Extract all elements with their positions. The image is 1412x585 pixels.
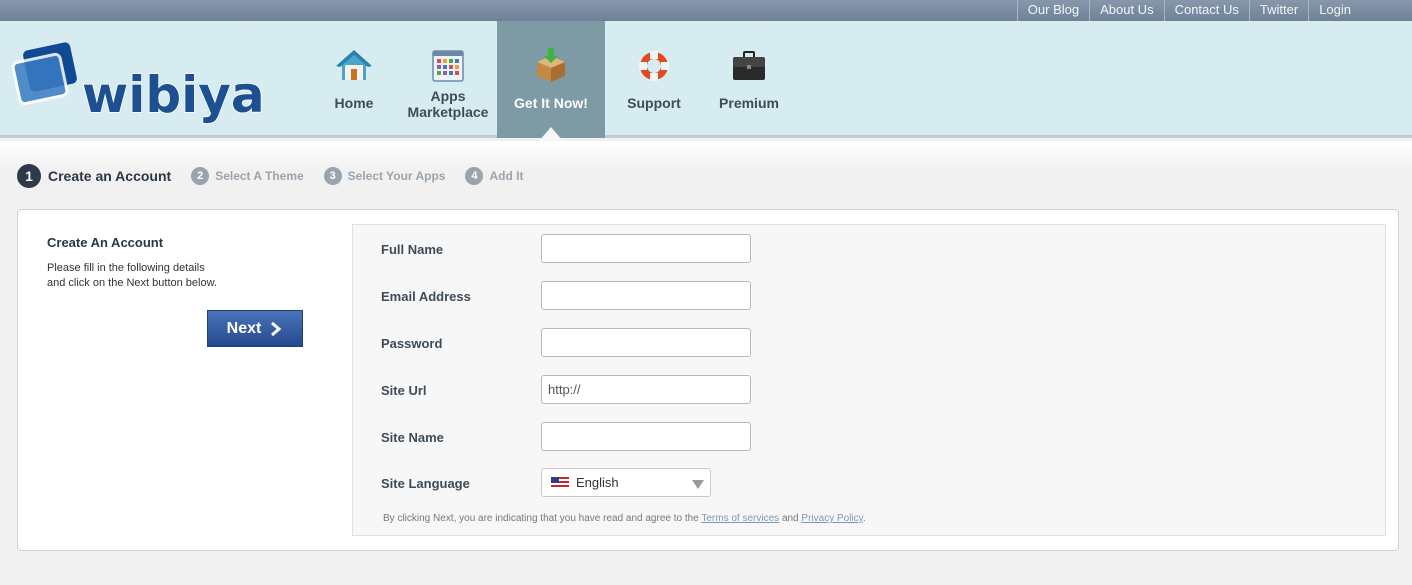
wibiya-logo[interactable]: wibiya (12, 30, 292, 130)
side-description-line1: Please fill in the following details (47, 262, 205, 274)
chevron-down-icon (692, 480, 704, 489)
account-form: Full Name Email Address Password Site Ur… (352, 224, 1386, 536)
step-label: Create an Account (48, 168, 172, 184)
full-name-input[interactable] (541, 234, 751, 263)
row-site-url: Site Url (353, 375, 1385, 405)
box-download-icon (537, 48, 565, 82)
site-language-select[interactable]: English (541, 468, 711, 497)
nav-apps-label: Apps Marketplace (399, 88, 497, 120)
nav-apps-label-line2: Marketplace (407, 104, 489, 120)
next-button-label: Next (226, 319, 262, 337)
account-panel: Create An Account Please fill in the fol… (17, 209, 1399, 551)
step-number: 1 (17, 164, 41, 188)
step-select-theme: 2 Select A Theme (191, 167, 304, 185)
side-description-line2: and click on the Next button below. (47, 277, 217, 289)
terms-of-service-link[interactable]: Terms of services (701, 513, 779, 524)
nav-get-it-now[interactable]: Get It Now! (497, 21, 605, 141)
nav-get-label: Get It Now! (514, 95, 588, 111)
password-label: Password (381, 336, 443, 351)
house-icon (336, 50, 372, 80)
lifebuoy-icon (639, 51, 669, 81)
step-select-apps: 3 Select Your Apps (323, 167, 446, 185)
step-create-account: 1 Create an Account (17, 164, 171, 188)
top-link-about[interactable]: About Us (1089, 0, 1163, 21)
terms-notice: By clicking Next, you are indicating tha… (383, 513, 866, 524)
apps-grid-icon (432, 50, 464, 82)
step-add-it: 4 Add It (465, 167, 523, 185)
nav-premium[interactable]: Premium (703, 21, 795, 138)
site-language-value: English (576, 475, 619, 490)
step-number: 2 (191, 167, 210, 185)
nav-home[interactable]: Home (309, 21, 399, 138)
nav-support-label: Support (627, 95, 681, 111)
step-label: Add It (489, 169, 524, 183)
step-number: 3 (323, 167, 342, 185)
row-password: Password (353, 328, 1385, 358)
full-name-label: Full Name (381, 242, 444, 257)
side-description: Please fill in the following details and… (47, 261, 267, 291)
step-label: Select A Theme (215, 169, 304, 183)
logo-squares-icon (12, 42, 77, 106)
nav-premium-label: Premium (719, 95, 779, 111)
top-bar: Our Blog About Us Contact Us Twitter Log… (0, 0, 1412, 21)
row-full-name: Full Name (353, 234, 1385, 264)
us-flag-icon (551, 476, 569, 489)
site-header: wibiya Home Apps Marketplace Get It Now!… (0, 21, 1412, 141)
site-url-input[interactable] (541, 375, 751, 404)
top-link-blog[interactable]: Our Blog (1016, 0, 1089, 21)
top-link-contact[interactable]: Contact Us (1163, 0, 1249, 21)
chevron-right-icon (271, 321, 282, 336)
row-site-name: Site Name (353, 422, 1385, 452)
next-button[interactable]: Next (207, 310, 303, 347)
privacy-policy-link[interactable]: Privacy Policy (801, 513, 863, 524)
top-link-twitter[interactable]: Twitter (1248, 0, 1308, 21)
terms-suffix: . (862, 513, 866, 524)
logo-text: wibiya (82, 66, 265, 124)
row-email: Email Address (353, 281, 1385, 311)
nav-apps-label-line1: Apps (430, 88, 466, 104)
password-input[interactable] (541, 328, 751, 357)
briefcase-icon (733, 51, 765, 80)
terms-prefix: By clicking Next, you are indicating tha… (383, 513, 699, 524)
site-language-label: Site Language (381, 476, 470, 491)
signup-steps: 1 Create an Account 2 Select A Theme 3 S… (17, 164, 543, 188)
site-name-label: Site Name (381, 430, 444, 445)
nav-apps-marketplace[interactable]: Apps Marketplace (399, 21, 497, 138)
top-link-login[interactable]: Login (1308, 0, 1361, 21)
nav-support[interactable]: Support (605, 21, 703, 138)
step-label: Select Your Apps (347, 169, 446, 183)
side-title: Create An Account (47, 235, 164, 250)
row-site-language: Site Language English (353, 468, 1385, 498)
nav-home-label: Home (334, 95, 374, 111)
top-links: Our Blog About Us Contact Us Twitter Log… (1016, 0, 1361, 21)
email-input[interactable] (541, 281, 751, 310)
main-nav: Home Apps Marketplace Get It Now! Suppor… (309, 21, 795, 141)
site-name-input[interactable] (541, 422, 751, 451)
email-label: Email Address (381, 289, 471, 304)
step-number: 4 (465, 167, 484, 185)
site-url-label: Site Url (381, 383, 427, 398)
terms-and: and (781, 513, 799, 524)
